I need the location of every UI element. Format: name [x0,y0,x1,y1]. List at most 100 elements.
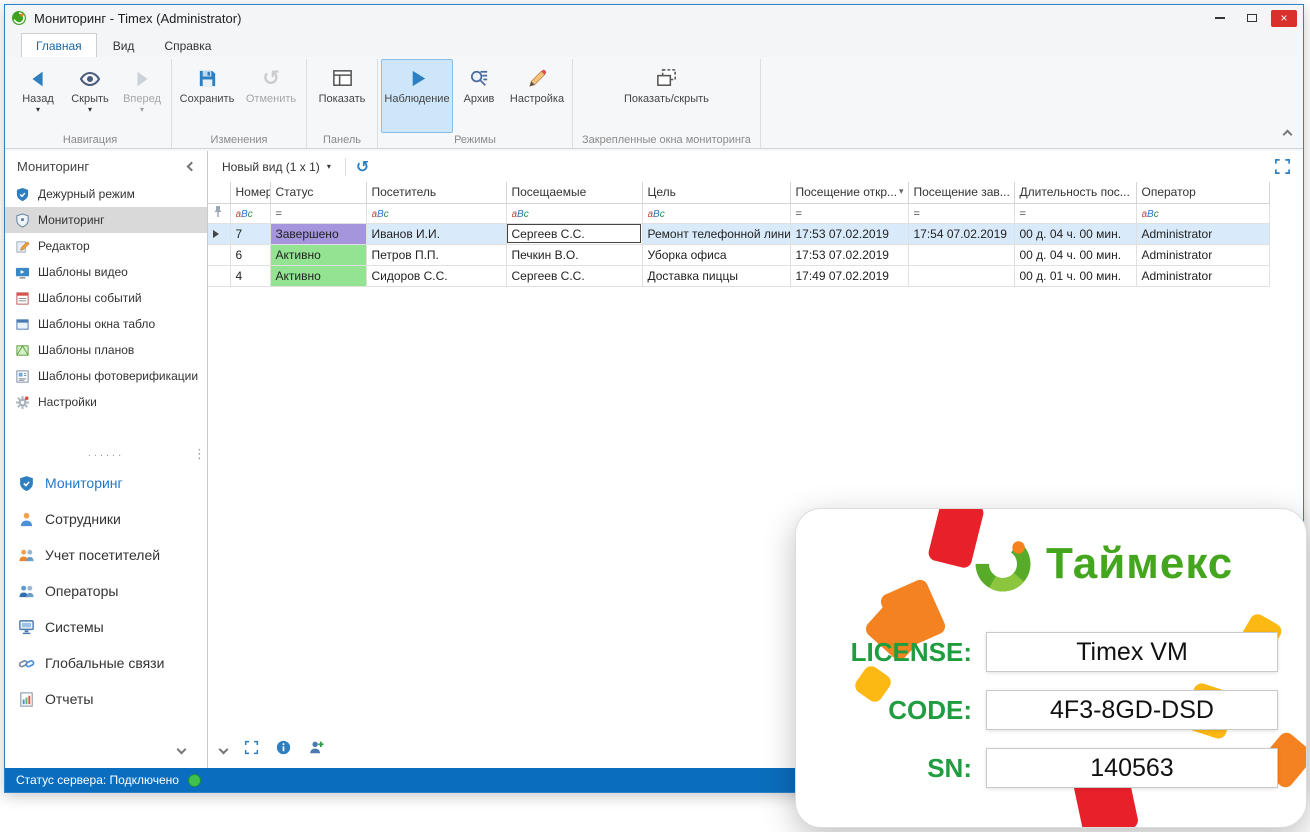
cancel-button[interactable]: ↺ Отменить [239,59,303,133]
column-header[interactable]: Посещение зав... [908,182,1014,203]
status-badge[interactable]: Активно [270,265,366,286]
archive-mode-button[interactable]: Архив [453,59,505,133]
setup-mode-button[interactable]: Настройка [505,59,569,133]
filter-cell[interactable]: = [790,203,908,223]
tab-glavnaya[interactable]: Главная [21,33,97,57]
column-header[interactable]: Оператор [1136,182,1269,203]
minimize-button[interactable] [1207,10,1233,27]
tab-spravka[interactable]: Справка [150,34,225,57]
sidebar-item-nastroyki[interactable]: Настройки [5,389,207,415]
filter-cell[interactable]: = [270,203,366,223]
report-icon [18,691,35,708]
show-panel-button[interactable]: Показать [310,59,374,133]
save-button[interactable]: Сохранить [175,59,239,133]
dropdown-caret-icon: ▾ [327,163,331,171]
column-header[interactable]: Посещаемые [506,182,642,203]
nav-item-otchety[interactable]: Отчеты [5,681,207,717]
column-header[interactable]: Длительность пос... [1014,182,1136,203]
nav-item-uchet-posetiteley[interactable]: Учет посетителей [5,537,207,573]
nav-item-monitoring[interactable]: Мониторинг [5,465,207,501]
filter-caret-icon[interactable]: ▾ [899,186,904,197]
editor-pencil-icon [15,239,30,254]
hide-button[interactable]: Скрыть ▾ [64,59,116,133]
column-header[interactable]: Цель [642,182,790,203]
group-label: Изменения [175,133,303,148]
license-fields: LICENSE: Timex VM CODE: 4F3-8GD-DSD SN: … [822,631,1278,789]
ribbon-group-navigation: Назад ▾ Скрыть ▾ Вперед ▾ Навигация [9,59,172,148]
play-icon [406,65,429,92]
maximize-button[interactable] [1239,10,1265,27]
nav-item-sistemy[interactable]: Системы [5,609,207,645]
sidebar-item-monitoring[interactable]: Мониторинг [5,207,207,233]
sidebar-navigation: Мониторинг Сотрудники Учет посетителей О… [5,465,207,717]
eye-icon [78,65,102,92]
row-indicator [208,223,230,244]
fullscreen-icon[interactable] [1274,158,1291,178]
group-label: Навигация [12,133,168,148]
column-header[interactable]: Статус [270,182,366,203]
filter-cell[interactable]: aBc [366,203,506,223]
collapse-sidebar-icon[interactable] [187,161,197,171]
sn-label: SN: [822,753,972,784]
expand-view-icon[interactable] [244,740,259,760]
magnifier-icon [468,65,491,92]
sidebar-item-dezhurny-rezhim[interactable]: Дежурный режим [5,181,207,207]
status-badge[interactable]: Завершено [270,223,366,244]
reset-view-icon[interactable]: ↺ [356,157,369,177]
sidebar-item-shablony-sobyty[interactable]: Шаблоны событий [5,285,207,311]
info-icon[interactable] [276,740,291,760]
table-row[interactable]: 4 Активно Сидоров С.С. Сергеев С.С. Дост… [208,265,1269,286]
column-header[interactable]: Посетитель [366,182,506,203]
nav-item-operatory[interactable]: Операторы [5,573,207,609]
shield-blue-icon [18,475,35,492]
server-status-text: Статус сервера: Подключено [16,773,179,787]
status-badge[interactable]: Активно [270,244,366,265]
sidebar-item-shablony-fotoverifikacii[interactable]: Шаблоны фотоверификации [5,363,207,389]
filter-cell[interactable]: aBc [642,203,790,223]
nav-item-sotrudniki[interactable]: Сотрудники [5,501,207,537]
photo-list-icon [15,369,30,384]
row-indicator [208,265,230,286]
filter-cell[interactable]: aBc [506,203,642,223]
ribbon-group-panel: Показать Панель [307,59,378,148]
sidebar-splitter-handle[interactable]: ...... [5,447,207,459]
sidebar-item-shablony-video[interactable]: Шаблоны видео [5,259,207,285]
toolbar-separator [345,158,346,176]
nav-item-globalnye-svyazi[interactable]: Глобальные связи [5,645,207,681]
filter-cell[interactable]: aBc [230,203,270,223]
brand-logo: Таймекс [974,535,1233,593]
operators-icon [18,583,35,600]
forward-icon [131,65,153,92]
code-value: 4F3-8GD-DSD [986,690,1278,730]
view-selector-dropdown[interactable]: Новый вид (1 x 1) ▾ [218,157,335,177]
close-button[interactable]: × [1271,10,1297,27]
sidebar-resize-handle[interactable]: ⋮ [193,451,206,456]
observe-mode-button[interactable]: Наблюдение [381,59,453,133]
sidebar-overflow-chevron[interactable] [178,740,185,758]
forward-button[interactable]: Вперед ▾ [116,59,168,133]
dropdown-caret-icon: ▾ [140,106,144,114]
link-icon [18,655,35,672]
timex-logo-icon [974,535,1032,593]
back-button[interactable]: Назад ▾ [12,59,64,133]
column-header[interactable]: Номер [230,182,270,203]
shield-outline-icon [15,213,30,228]
systems-icon [18,619,35,636]
table-row[interactable]: 7 Завершено Иванов И.И. Сергеев С.С. Рем… [208,223,1269,244]
sidebar-item-shablony-okna-tablo[interactable]: Шаблоны окна табло [5,311,207,337]
sidebar-item-shablony-planov[interactable]: Шаблоны планов [5,337,207,363]
ribbon-collapse-button[interactable] [1284,125,1291,143]
collapse-panel-chevron[interactable] [219,745,229,755]
show-hide-pinned-button[interactable]: Показать/скрыть [607,59,725,133]
sidebar-item-redaktor[interactable]: Редактор [5,233,207,259]
filter-cell[interactable]: = [908,203,1014,223]
filter-cell[interactable]: = [1014,203,1136,223]
filter-pin-icon [208,203,230,223]
focused-cell[interactable]: Сергеев С.С. [506,223,642,244]
tab-vid[interactable]: Вид [99,34,149,57]
add-person-icon[interactable] [308,739,324,760]
table-row[interactable]: 6 Активно Петров П.П. Печкин В.О. Уборка… [208,244,1269,265]
column-header[interactable]: Посещение откр...▾ [790,182,908,203]
ribbon-tabs: Главная Вид Справка [5,31,1303,57]
filter-cell[interactable]: aBc [1136,203,1269,223]
